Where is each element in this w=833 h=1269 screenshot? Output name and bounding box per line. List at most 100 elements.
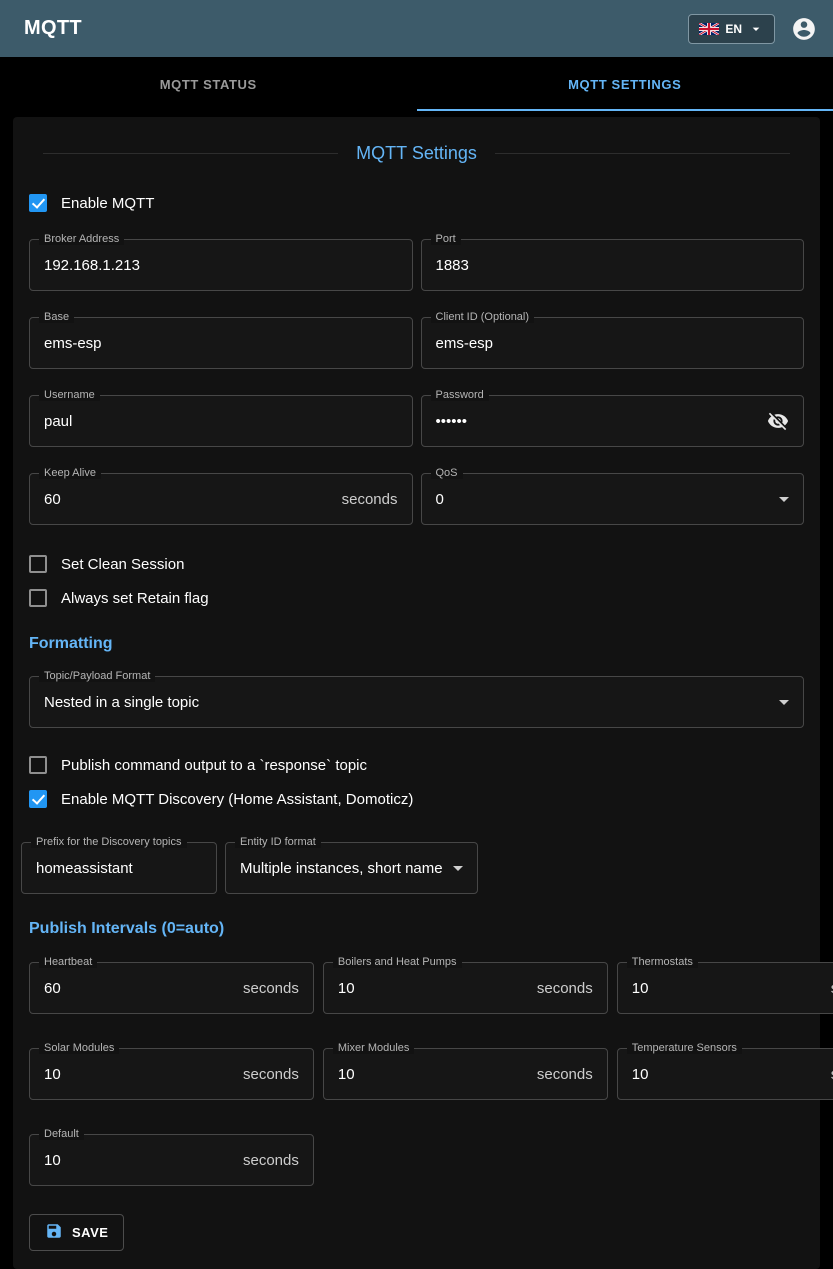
unit-suffix: seconds: [243, 980, 299, 997]
unit-suffix: seconds: [243, 1152, 299, 1169]
field-label: Heartbeat: [39, 956, 97, 968]
field-label: Keep Alive: [39, 467, 101, 479]
dropdown-arrow-icon: [453, 866, 463, 871]
app-bar: MQTT EN: [0, 0, 833, 57]
save-button[interactable]: SAVE: [29, 1214, 124, 1251]
uk-flag-icon: [699, 23, 719, 35]
entity-id-format-select[interactable]: Entity ID format Multiple instances, sho…: [225, 842, 478, 894]
chevron-down-icon: [748, 21, 764, 37]
app-title: MQTT: [24, 17, 688, 40]
discovery-prefix-field[interactable]: Prefix for the Discovery topics: [21, 842, 217, 894]
entity-id-format-value: Multiple instances, short name: [240, 860, 445, 877]
tab-bar: MQTT STATUS MQTT SETTINGS: [0, 57, 833, 111]
tab-mqtt-status[interactable]: MQTT STATUS: [0, 57, 417, 111]
temperature-sensors-field[interactable]: Temperature Sensors seconds: [617, 1048, 833, 1100]
port-input[interactable]: [436, 257, 790, 274]
clean-session-label: Set Clean Session: [61, 556, 184, 573]
client-id-field[interactable]: Client ID (Optional): [421, 317, 805, 369]
connection-fields-grid: Broker Address Port Base Client ID (Opti…: [29, 239, 804, 525]
active-tab-indicator: [417, 109, 833, 111]
field-label: Prefix for the Discovery topics: [31, 836, 187, 848]
port-field[interactable]: Port: [421, 239, 805, 291]
solar-modules-field[interactable]: Solar Modules seconds: [29, 1048, 314, 1100]
field-label: Port: [431, 233, 461, 245]
base-input[interactable]: [44, 335, 398, 352]
field-label: Username: [39, 389, 100, 401]
tab-label: MQTT SETTINGS: [568, 77, 681, 92]
field-label: Solar Modules: [39, 1042, 119, 1054]
broker-address-field[interactable]: Broker Address: [29, 239, 413, 291]
discovery-options-row: Prefix for the Discovery topics Entity I…: [21, 842, 804, 894]
solar-modules-input[interactable]: [44, 1066, 243, 1083]
formatting-section-title: Formatting: [29, 635, 804, 653]
client-id-input[interactable]: [436, 335, 790, 352]
field-label: Temperature Sensors: [627, 1042, 742, 1054]
enable-mqtt-checkbox[interactable]: [29, 194, 47, 212]
mixer-modules-field[interactable]: Mixer Modules seconds: [323, 1048, 608, 1100]
discovery-row: Enable MQTT Discovery (Home Assistant, D…: [29, 790, 804, 808]
qos-value: 0: [436, 491, 772, 508]
page-title-divider: MQTT Settings: [43, 143, 790, 164]
publish-intervals-grid: Heartbeat seconds Boilers and Heat Pumps…: [29, 962, 804, 1186]
dropdown-arrow-icon: [779, 700, 789, 705]
tab-label: MQTT STATUS: [160, 77, 257, 92]
field-label: Broker Address: [39, 233, 124, 245]
publish-intervals-section-title: Publish Intervals (0=auto): [29, 920, 804, 938]
username-field[interactable]: Username: [29, 395, 413, 447]
unit-suffix: seconds: [537, 1066, 593, 1083]
broker-address-input[interactable]: [44, 257, 398, 274]
discovery-checkbox[interactable]: [29, 790, 47, 808]
enable-mqtt-row: Enable MQTT: [29, 194, 804, 212]
discovery-prefix-input[interactable]: [36, 860, 202, 877]
heartbeat-field[interactable]: Heartbeat seconds: [29, 962, 314, 1014]
password-input[interactable]: [436, 413, 768, 430]
language-label: EN: [725, 22, 742, 36]
dropdown-arrow-icon: [779, 497, 789, 502]
default-interval-field[interactable]: Default seconds: [29, 1134, 314, 1186]
field-label: Password: [431, 389, 489, 401]
clean-session-checkbox[interactable]: [29, 555, 47, 573]
default-interval-input[interactable]: [44, 1152, 243, 1169]
response-topic-checkbox[interactable]: [29, 756, 47, 774]
heartbeat-input[interactable]: [44, 980, 243, 997]
visibility-off-icon[interactable]: [767, 410, 789, 432]
keep-alive-input[interactable]: [44, 491, 342, 508]
mixer-modules-input[interactable]: [338, 1066, 537, 1083]
topic-format-select[interactable]: Topic/Payload Format Nested in a single …: [29, 676, 804, 728]
field-label: Thermostats: [627, 956, 698, 968]
boilers-field[interactable]: Boilers and Heat Pumps seconds: [323, 962, 608, 1014]
language-button[interactable]: EN: [688, 14, 775, 44]
retain-flag-checkbox[interactable]: [29, 589, 47, 607]
save-label: SAVE: [72, 1225, 108, 1240]
field-label: Topic/Payload Format: [39, 670, 155, 682]
retain-flag-row: Always set Retain flag: [29, 589, 804, 607]
keep-alive-field[interactable]: Keep Alive seconds: [29, 473, 413, 525]
password-field[interactable]: Password: [421, 395, 805, 447]
page-title: MQTT Settings: [356, 143, 477, 164]
retain-flag-label: Always set Retain flag: [61, 590, 209, 607]
unit-suffix: seconds: [537, 980, 593, 997]
field-label: Client ID (Optional): [431, 311, 535, 323]
field-label: Base: [39, 311, 74, 323]
topic-format-value: Nested in a single topic: [44, 694, 771, 711]
enable-mqtt-label: Enable MQTT: [61, 195, 154, 212]
settings-panel: MQTT Settings Enable MQTT Broker Address…: [13, 117, 820, 1269]
field-label: QoS: [431, 467, 463, 479]
base-field[interactable]: Base: [29, 317, 413, 369]
field-label: Mixer Modules: [333, 1042, 415, 1054]
account-circle-icon[interactable]: [789, 14, 819, 44]
username-input[interactable]: [44, 413, 398, 430]
qos-select[interactable]: QoS 0: [421, 473, 805, 525]
response-topic-row: Publish command output to a `response` t…: [29, 756, 804, 774]
unit-suffix: seconds: [243, 1066, 299, 1083]
boilers-input[interactable]: [338, 980, 537, 997]
temperature-sensors-input[interactable]: [632, 1066, 831, 1083]
tab-mqtt-settings[interactable]: MQTT SETTINGS: [417, 57, 833, 111]
field-label: Default: [39, 1128, 84, 1140]
thermostats-input[interactable]: [632, 980, 831, 997]
save-icon: [45, 1222, 63, 1243]
field-label: Entity ID format: [235, 836, 321, 848]
discovery-label: Enable MQTT Discovery (Home Assistant, D…: [61, 791, 413, 808]
clean-session-row: Set Clean Session: [29, 555, 804, 573]
thermostats-field[interactable]: Thermostats seconds: [617, 962, 833, 1014]
